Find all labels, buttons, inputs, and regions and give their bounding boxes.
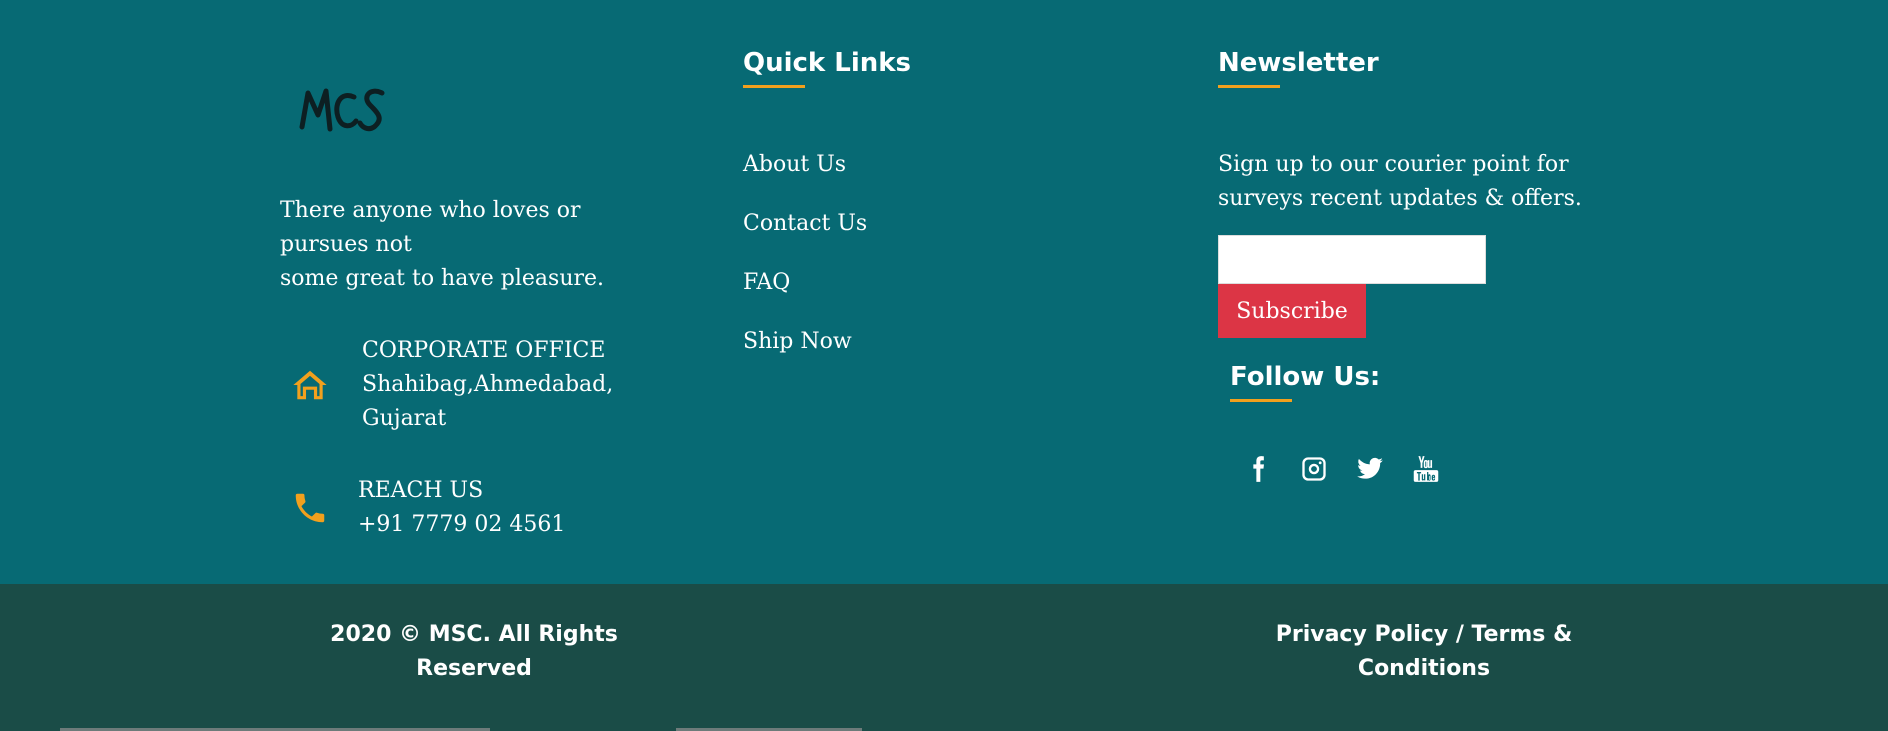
youtube-link[interactable]	[1398, 448, 1454, 490]
reach-us-block: REACH US +91 7779 02 4561	[280, 474, 565, 542]
legal-links: Privacy Policy / Terms & Conditions	[1270, 618, 1578, 686]
twitter-link[interactable]	[1342, 448, 1398, 490]
legal-line: Privacy Policy / Terms &	[1275, 622, 1573, 647]
home-icon	[280, 366, 340, 404]
quick-link-item: FAQ	[743, 266, 867, 325]
contact-us-link[interactable]: Contact Us	[743, 211, 867, 236]
office-title: CORPORATE OFFICE	[362, 338, 606, 363]
about-text: There anyone who loves or pursues not so…	[280, 194, 660, 296]
copyright-line: 2020 © MSC. All Rights	[330, 622, 618, 647]
legal-line: Conditions	[1357, 656, 1491, 681]
instagram-icon	[1302, 457, 1326, 481]
follow-us-heading: Follow Us:	[1230, 362, 1380, 402]
instagram-link[interactable]	[1286, 448, 1342, 490]
privacy-terms-link[interactable]: Privacy Policy / Terms & Conditions	[1276, 622, 1573, 681]
quick-link-item: About Us	[743, 148, 867, 207]
newsletter-heading: Newsletter	[1218, 48, 1379, 88]
phone-icon	[280, 489, 340, 527]
quick-links-list: About Us Contact Us FAQ Ship Now	[743, 148, 867, 384]
quick-link-item: Contact Us	[743, 207, 867, 266]
facebook-link[interactable]	[1230, 448, 1286, 490]
office-address-line2: Gujarat	[362, 406, 447, 431]
newsletter-email-input[interactable]	[1218, 235, 1486, 284]
subscribe-button[interactable]: Subscribe	[1218, 284, 1366, 338]
about-line: some great to have pleasure.	[280, 266, 605, 291]
quick-links-heading: Quick Links	[743, 48, 911, 88]
newsletter-text-line: Sign up to our courier point for	[1218, 152, 1569, 177]
phone-number[interactable]: +91 7779 02 4561	[358, 508, 565, 542]
about-us-link[interactable]: About Us	[743, 152, 846, 177]
social-links	[1230, 448, 1454, 490]
office-address-line1: Shahibag,Ahmedabad,	[362, 372, 614, 397]
newsletter-description: Sign up to our courier point for surveys…	[1218, 148, 1638, 216]
about-line: pursues not	[280, 232, 412, 257]
about-line: There anyone who loves or	[280, 198, 581, 223]
ship-now-link[interactable]: Ship Now	[743, 329, 852, 354]
reach-title: REACH US	[358, 478, 484, 503]
copyright-text: 2020 © MSC. All Rights Reserved	[300, 618, 648, 686]
brand-logo[interactable]	[292, 72, 392, 148]
mcs-logo-icon	[299, 88, 385, 132]
corporate-office-block: CORPORATE OFFICE Shahibag,Ahmedabad, Guj…	[280, 334, 613, 436]
footer-bottom-bar	[0, 584, 1888, 731]
faq-link[interactable]: FAQ	[743, 270, 790, 295]
twitter-icon	[1357, 457, 1383, 479]
copyright-line: Reserved	[416, 656, 532, 681]
facebook-icon	[1253, 456, 1264, 482]
youtube-icon	[1413, 456, 1439, 482]
quick-link-item: Ship Now	[743, 325, 867, 384]
newsletter-text-line: surveys recent updates & offers.	[1218, 186, 1582, 211]
